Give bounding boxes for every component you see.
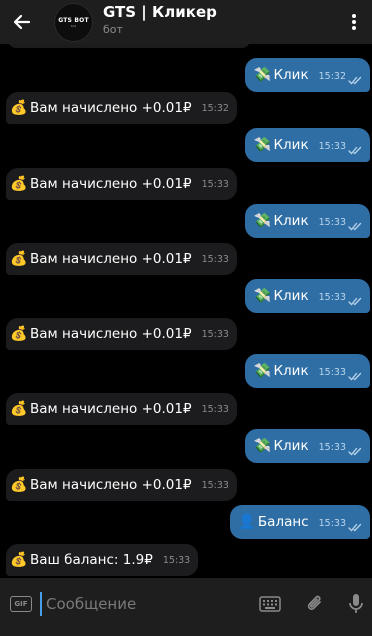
money-bag-icon: 💰 (10, 477, 28, 493)
message-text: Клик (273, 438, 309, 454)
money-wings-icon: 💸 (253, 288, 272, 304)
money-wings-icon: 💸 (253, 438, 272, 454)
message-time: 15:33 (201, 254, 229, 265)
avatar-logo-text: GTS BOT (58, 17, 89, 24)
money-bag-icon: 💰 (10, 251, 28, 267)
money-bag-icon: 💰 (10, 326, 28, 342)
outgoing-message[interactable]: 💸 Клик 15:33 (245, 429, 370, 463)
money-wings-icon: 💸 (253, 137, 272, 153)
message-time: 15:33 (318, 442, 346, 453)
more-menu-button[interactable] (342, 8, 366, 36)
voice-message-button[interactable] (344, 592, 368, 616)
chat-title[interactable]: GTS | Кликер (103, 3, 217, 21)
message-time: 15:33 (318, 367, 346, 378)
message-time: 15:33 (201, 480, 229, 491)
paperclip-icon (307, 595, 321, 610)
message-text: Вам начислено +0.01₽ (30, 251, 192, 267)
money-bag-icon: 💰 (10, 176, 28, 192)
avatar-logo-subtext: bot (71, 24, 76, 28)
more-vertical-icon (352, 14, 356, 30)
money-bag-icon: 💰 (10, 100, 28, 116)
keyboard-icon (259, 596, 281, 612)
chat-subtitle: бот (103, 23, 123, 36)
message-time: 15:32 (318, 71, 346, 82)
message-text: Клик (273, 137, 309, 153)
person-icon: 👤 (238, 514, 256, 530)
incoming-message[interactable]: 💰 Вам начислено +0.01₽ 15:33 (6, 393, 237, 425)
message-text: Вам начислено +0.01₽ (30, 477, 192, 493)
incoming-message[interactable]: 💰 Ваш баланс: 1.9₽ 15:33 (6, 544, 199, 576)
message-time: 15:33 (201, 329, 229, 340)
incoming-message[interactable]: 💰 Вам начислено +0.01₽ 15:33 (6, 469, 237, 501)
message-text: Клик (273, 363, 309, 379)
incoming-message[interactable]: 💰 Вам начислено +0.01₽ 15:33 (6, 243, 237, 275)
outgoing-message[interactable]: 💸 Клик 15:33 (245, 204, 370, 238)
outgoing-message[interactable]: 💸 Клик 15:33 (245, 354, 370, 388)
keyboard-button[interactable] (258, 592, 282, 616)
message-text: Ваш баланс: 1.9₽ (30, 552, 153, 568)
money-wings-icon: 💸 (253, 213, 272, 229)
message-time: 15:33 (201, 404, 229, 415)
double-check-icon (348, 372, 362, 381)
double-check-icon (348, 146, 362, 155)
message-time: 15:32 (201, 103, 229, 114)
attach-button[interactable] (303, 592, 327, 616)
message-text: Клик (273, 288, 309, 304)
money-bag-icon: 💰 (10, 552, 28, 568)
message-time: 15:33 (318, 217, 346, 228)
avatar[interactable]: GTS BOT bot (54, 3, 93, 42)
message-text: Вам начислено +0.01₽ (30, 100, 192, 116)
money-wings-icon: 💸 (253, 67, 272, 83)
message-text: Баланс (257, 514, 309, 530)
outgoing-message[interactable]: 💸 Клик 15:33 (245, 279, 370, 313)
message-time: 15:33 (318, 141, 346, 152)
incoming-message[interactable]: 💰 Вам начислено +0.01₽ 15:33 (6, 318, 237, 350)
microphone-icon (349, 594, 363, 613)
message-time: 15:33 (318, 292, 346, 303)
money-wings-icon: 💸 (253, 363, 272, 379)
money-bag-icon: 💰 (10, 401, 28, 417)
message-text: Вам начислено +0.01₽ (30, 401, 192, 417)
outgoing-message[interactable]: 💸 Клик 15:32 (245, 58, 370, 92)
chat-header: GTS BOT bot GTS | Кликер бот (0, 0, 372, 44)
message-time: 15:33 (162, 555, 191, 566)
gif-button[interactable]: GIF (10, 596, 32, 612)
double-check-icon (348, 76, 362, 85)
incoming-message[interactable]: 💰 Вам начислено +0.01₽ 15:33 (6, 168, 237, 200)
message-text: Клик (273, 67, 309, 83)
message-text: Вам начислено +0.01₽ (30, 326, 192, 342)
double-check-icon (348, 222, 362, 231)
double-check-icon (348, 297, 362, 306)
message-text: Клик (273, 213, 309, 229)
partial-message-bubble (8, 44, 250, 48)
double-check-icon (348, 447, 362, 456)
message-time: 15:33 (201, 179, 229, 190)
double-check-icon (348, 523, 362, 532)
arrow-left-icon (13, 14, 31, 30)
message-input[interactable] (40, 592, 248, 616)
message-time: 15:33 (318, 518, 346, 529)
back-button[interactable] (8, 8, 36, 36)
message-list[interactable]: 💸 Клик 15:32 💰 Вам начислено +0.01₽ 15:32 💸 Кли… (0, 44, 372, 578)
outgoing-message[interactable]: 👤 Баланс 15:33 (229, 505, 370, 539)
message-text: Вам начислено +0.01₽ (30, 176, 192, 192)
outgoing-message[interactable]: 💸 Клик 15:33 (245, 128, 370, 162)
incoming-message[interactable]: 💰 Вам начислено +0.01₽ 15:32 (6, 92, 237, 124)
